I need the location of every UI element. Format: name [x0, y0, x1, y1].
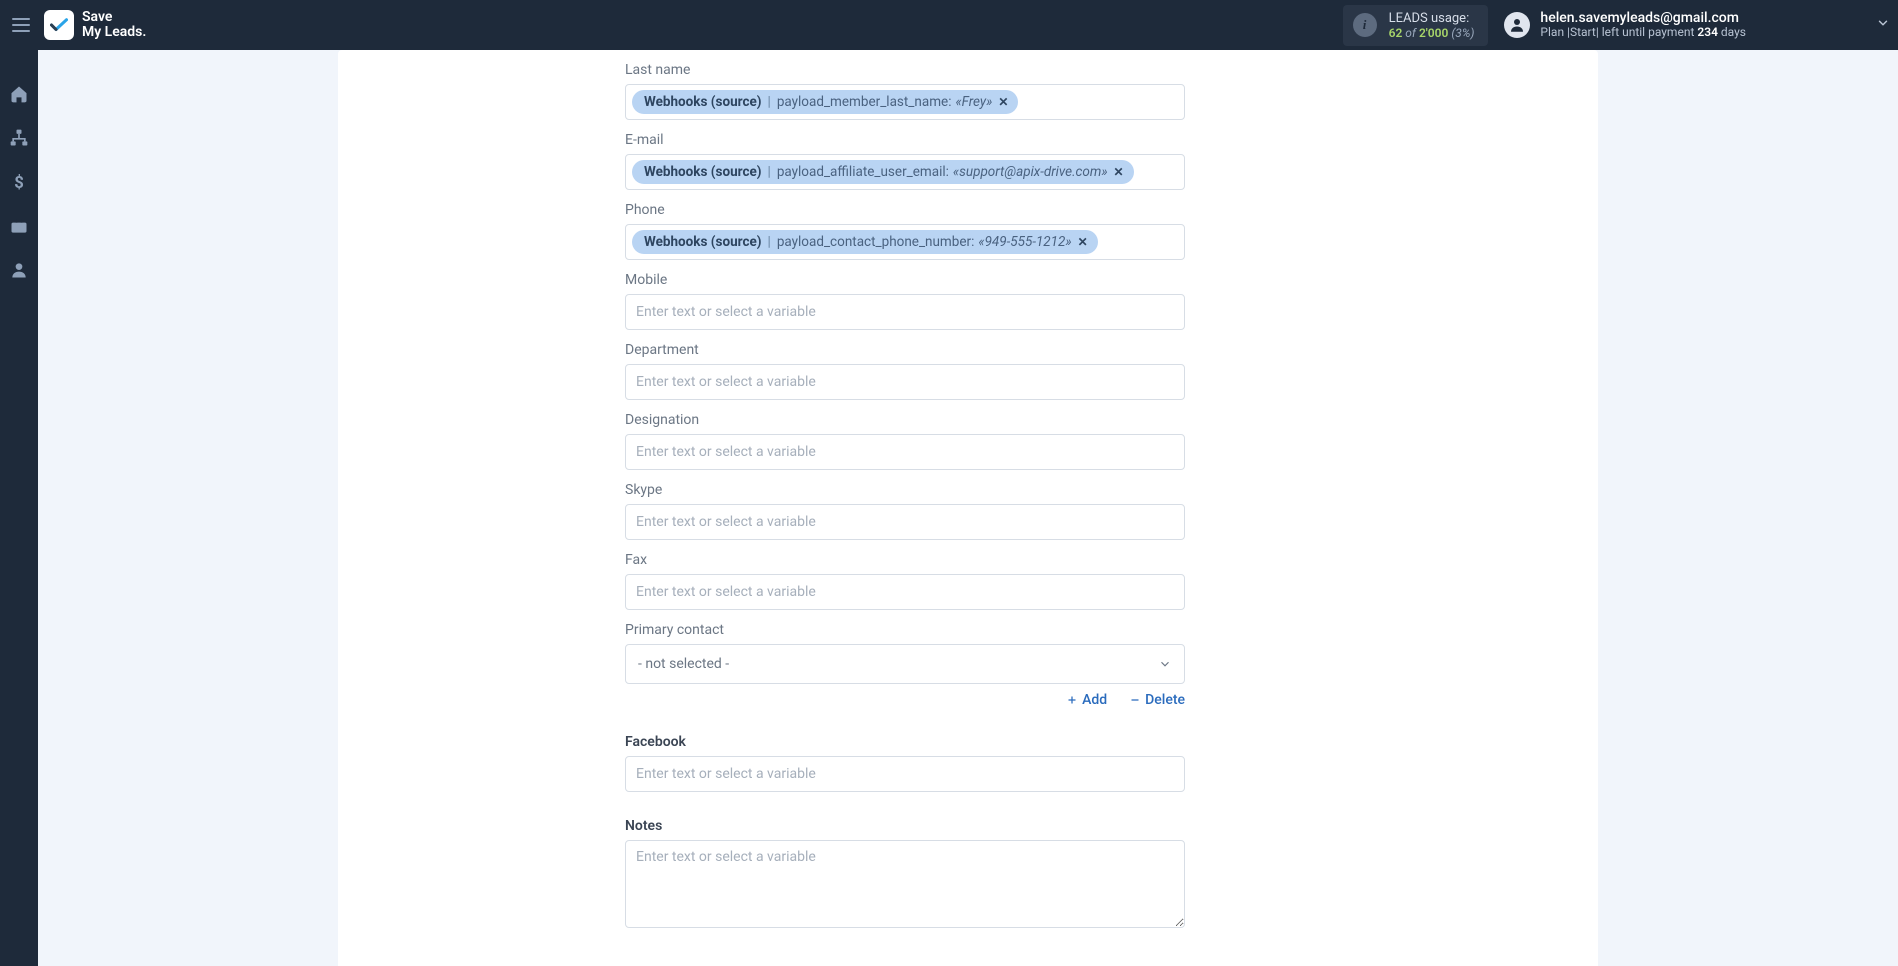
label-skype: Skype	[625, 482, 1185, 498]
field-phone: Phone Webhooks (source) | payload_contac…	[625, 202, 1185, 260]
info-icon: i	[1353, 13, 1377, 37]
field-email: E-mail Webhooks (source) | payload_affil…	[625, 132, 1185, 190]
field-notes: Notes	[625, 818, 1185, 932]
input-last-name[interactable]: Webhooks (source) | payload_member_last_…	[625, 84, 1185, 120]
topbar: Save My Leads. i LEADS usage: 62 of 2'00…	[0, 0, 1898, 50]
account-plan-days-word: days	[1718, 25, 1746, 39]
field-skype: Skype	[625, 482, 1185, 540]
leads-usage-box[interactable]: i LEADS usage: 62 of 2'000 (3%)	[1343, 5, 1489, 46]
account-plan-days: 234	[1697, 25, 1718, 39]
label-notes: Notes	[625, 818, 1185, 834]
home-icon[interactable]	[9, 84, 29, 104]
brand-logo[interactable]: Save My Leads.	[44, 10, 146, 41]
field-department: Department	[625, 342, 1185, 400]
delete-button-label: Delete	[1145, 692, 1185, 708]
chevron-down-icon	[1158, 657, 1172, 671]
account-menu[interactable]: helen.savemyleads@gmail.com Plan |Start|…	[1504, 10, 1890, 40]
user-icon	[1508, 16, 1526, 34]
leads-usage-max: 2'000	[1419, 26, 1448, 40]
account-text: helen.savemyleads@gmail.com Plan |Start|…	[1540, 10, 1746, 40]
token-phone: Webhooks (source) | payload_contact_phon…	[632, 230, 1098, 255]
field-primary-contact: Primary contact - not selected - Add Del…	[625, 622, 1185, 708]
account-plan-prefix: Plan |Start| left until payment	[1540, 25, 1697, 39]
form-column: Last name Webhooks (source) | payload_me…	[625, 62, 1185, 932]
token-source: Webhooks (source)	[644, 93, 762, 112]
label-facebook: Facebook	[625, 734, 1185, 750]
leads-usage-percent: (3%)	[1451, 26, 1474, 40]
token-path: payload_member_last_name:	[777, 93, 952, 112]
add-button[interactable]: Add	[1066, 692, 1107, 708]
token-value: «Frey»	[955, 93, 992, 112]
input-email[interactable]: Webhooks (source) | payload_affiliate_us…	[625, 154, 1185, 190]
label-email: E-mail	[625, 132, 1185, 148]
content-area: Last name Webhooks (source) | payload_me…	[38, 50, 1898, 966]
svg-text:$: $	[14, 174, 24, 192]
field-fax: Fax	[625, 552, 1185, 610]
input-mobile[interactable]	[625, 294, 1185, 330]
leads-usage-label: LEADS usage:	[1389, 11, 1475, 26]
profile-icon[interactable]	[9, 260, 29, 280]
avatar	[1504, 12, 1530, 38]
field-facebook: Facebook	[625, 734, 1185, 792]
checkmark-icon	[50, 18, 68, 32]
token-source: Webhooks (source)	[644, 163, 762, 182]
input-phone[interactable]: Webhooks (source) | payload_contact_phon…	[625, 224, 1185, 260]
leads-usage-of: of	[1405, 26, 1416, 40]
menu-toggle-icon[interactable]	[12, 13, 36, 37]
token-remove-icon[interactable]: ✕	[1114, 164, 1124, 181]
input-notes[interactable]	[625, 840, 1185, 928]
account-email: helen.savemyleads@gmail.com	[1540, 10, 1746, 26]
form-panel: Last name Webhooks (source) | payload_me…	[338, 50, 1598, 966]
token-path: payload_affiliate_user_email:	[777, 163, 949, 182]
label-primary-contact: Primary contact	[625, 622, 1185, 638]
label-phone: Phone	[625, 202, 1185, 218]
input-skype[interactable]	[625, 504, 1185, 540]
delete-button[interactable]: Delete	[1129, 692, 1185, 708]
input-department[interactable]	[625, 364, 1185, 400]
plus-icon	[1066, 694, 1078, 706]
input-fax[interactable]	[625, 574, 1185, 610]
token-source: Webhooks (source)	[644, 233, 762, 252]
label-department: Department	[625, 342, 1185, 358]
input-facebook[interactable]	[625, 756, 1185, 792]
brand-logo-mark	[44, 10, 74, 40]
field-designation: Designation	[625, 412, 1185, 470]
minus-icon	[1129, 694, 1141, 706]
connections-icon[interactable]	[9, 128, 29, 148]
token-email: Webhooks (source) | payload_affiliate_us…	[632, 160, 1134, 185]
label-fax: Fax	[625, 552, 1185, 568]
field-last-name: Last name Webhooks (source) | payload_me…	[625, 62, 1185, 120]
chevron-down-icon	[1876, 16, 1890, 34]
token-remove-icon[interactable]: ✕	[998, 94, 1008, 111]
side-rail: $	[0, 50, 38, 966]
select-primary-contact[interactable]: - not selected -	[625, 644, 1185, 684]
briefcase-icon[interactable]	[9, 216, 29, 236]
token-remove-icon[interactable]: ✕	[1078, 234, 1088, 251]
brand-name: Save My Leads.	[82, 10, 146, 41]
select-value: - not selected -	[638, 656, 729, 672]
billing-icon[interactable]: $	[9, 172, 29, 192]
token-path: payload_contact_phone_number:	[777, 233, 975, 252]
label-designation: Designation	[625, 412, 1185, 428]
leads-usage-current: 62	[1389, 26, 1403, 40]
brand-line1: Save	[82, 9, 112, 25]
label-mobile: Mobile	[625, 272, 1185, 288]
brand-line2: My Leads.	[82, 25, 146, 40]
token-value: «949-555-1212»	[978, 233, 1071, 252]
token-last-name: Webhooks (source) | payload_member_last_…	[632, 90, 1018, 115]
input-designation[interactable]	[625, 434, 1185, 470]
field-mobile: Mobile	[625, 272, 1185, 330]
label-last-name: Last name	[625, 62, 1185, 78]
token-value: «support@apix-drive.com»	[953, 163, 1108, 182]
add-button-label: Add	[1082, 692, 1107, 708]
